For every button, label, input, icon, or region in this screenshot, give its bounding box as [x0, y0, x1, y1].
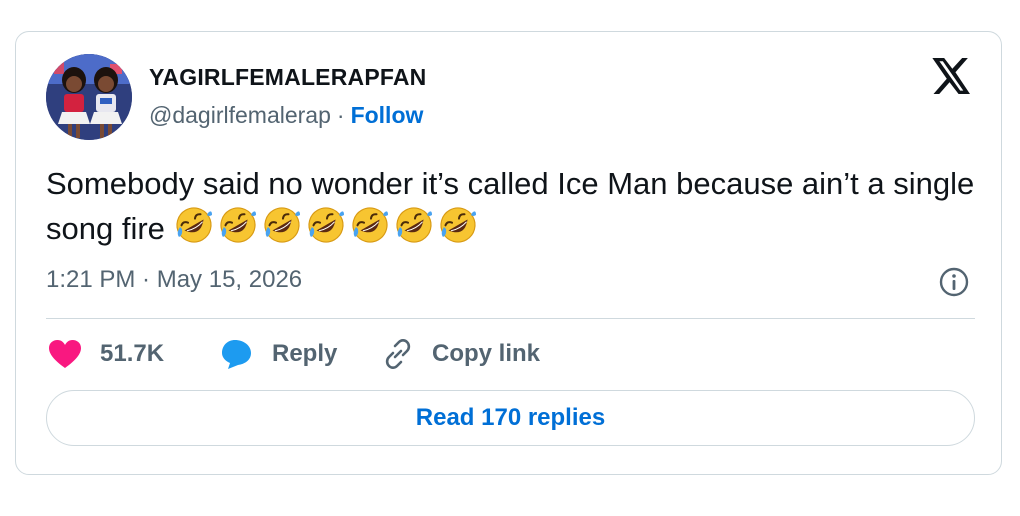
- rolling-laughing-emoji-icon: [395, 207, 432, 243]
- heart-icon: [49, 340, 81, 368]
- handle[interactable]: @dagirlfemalerap: [149, 102, 331, 128]
- tweet-card: YAGIRLFEMALERAPFAN @dagirlfemalerap · Foll…: [15, 31, 1002, 475]
- reply-bubble-icon: [222, 340, 251, 369]
- x-logo-icon[interactable]: [932, 58, 972, 94]
- copy-link-label: Copy link: [432, 340, 541, 367]
- like-button[interactable]: 51.7K: [48, 332, 164, 376]
- divider: [46, 318, 975, 319]
- separator-dot: ·: [336, 102, 345, 128]
- read-replies-button[interactable]: Read 170 replies: [46, 390, 975, 446]
- like-count: 51.7K: [100, 340, 165, 367]
- handle-line: @dagirlfemalerap · Follow: [149, 102, 423, 129]
- avatar[interactable]: [46, 54, 132, 140]
- rolling-laughing-emoji-icon: [263, 207, 300, 243]
- display-name[interactable]: YAGIRLFEMALERAPFAN: [149, 64, 427, 91]
- rolling-laughing-emoji-icon: [351, 207, 388, 243]
- rolling-laughing-emoji-icon: [439, 207, 476, 243]
- info-icon[interactable]: [938, 266, 970, 298]
- emoji-row: [174, 205, 482, 256]
- link-icon: [385, 339, 411, 369]
- reply-label: Reply: [272, 340, 338, 367]
- tweet-text: Somebody said no wonder it’s called Ice …: [46, 162, 986, 256]
- rolling-laughing-emoji-icon: [175, 207, 212, 243]
- reply-button[interactable]: Reply: [220, 332, 337, 376]
- copy-link-button[interactable]: Copy link: [382, 332, 540, 376]
- rolling-laughing-emoji-icon: [307, 207, 344, 243]
- timestamp[interactable]: 1:21 PM · May 15, 2026: [46, 266, 302, 294]
- follow-button[interactable]: Follow: [351, 102, 424, 128]
- rolling-laughing-emoji-icon: [219, 207, 256, 243]
